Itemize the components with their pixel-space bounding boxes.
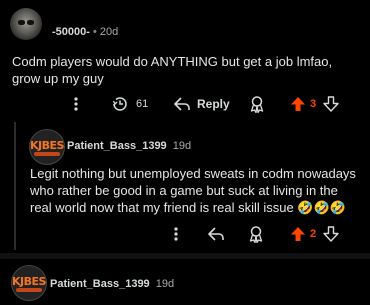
avatar-logo-text: KJBES (30, 139, 64, 152)
reply-button[interactable]: Reply (173, 94, 230, 114)
award-button[interactable] (249, 94, 265, 114)
upvote-button[interactable] (290, 94, 306, 114)
reply-count[interactable]: 61 (112, 94, 148, 114)
meta-separator: • (92, 26, 100, 38)
reply-arrow-icon (174, 97, 190, 111)
downvote-button[interactable] (323, 94, 339, 114)
vote-score: 3 (310, 98, 317, 110)
comment-text-line: grow up my guy (12, 71, 104, 86)
more-options-button[interactable] (171, 224, 181, 244)
comment-text-line: Legit nothing but unemployed sweats in c… (30, 166, 356, 181)
user-avatar[interactable]: KJBES (11, 265, 47, 301)
user-avatar[interactable]: KJBES (29, 129, 65, 165)
upvote-arrow-icon (291, 227, 305, 241)
comment-text-line: Codm players would do ANYTHING but get a… (12, 54, 333, 69)
comment-body: Codm players would do ANYTHING but get a… (12, 53, 332, 87)
comment-top-level: -50000- • 20d Codm players would do ANYT… (0, 0, 370, 125)
comment-author-line: -50000- • 20d (52, 26, 118, 38)
award-button[interactable] (248, 224, 264, 244)
comment-text-line: who rather be good in a game but suck at… (30, 183, 338, 198)
more-vertical-icon (174, 227, 178, 241)
comment-top-level: KJBES Patient_Bass_1399 19d (0, 259, 370, 305)
reply-arrow-icon (208, 227, 224, 241)
award-icon (249, 226, 263, 243)
vote-score: 2 (310, 228, 317, 240)
more-vertical-icon (74, 97, 78, 111)
upvote-button[interactable] (290, 224, 306, 244)
reply-label: Reply (197, 97, 230, 111)
reply-button[interactable] (207, 224, 225, 244)
comment-author-line: Patient_Bass_1399 19d (67, 140, 191, 152)
timestamp: 19d (155, 278, 175, 290)
timestamp: 20d (99, 26, 119, 38)
username[interactable]: Patient_Bass_1399 (50, 278, 150, 290)
downvote-button[interactable] (323, 224, 339, 244)
comment-body: Legit nothing but unemployed sweats in c… (30, 165, 356, 216)
more-options-button[interactable] (71, 94, 81, 114)
award-icon (250, 96, 264, 113)
user-avatar[interactable] (10, 8, 42, 40)
timestamp: 19d (172, 140, 192, 152)
downvote-arrow-icon (323, 226, 339, 242)
comment-reply: KJBES Patient_Bass_1399 19d Legit nothin… (0, 122, 370, 252)
comment-author-line: Patient_Bass_1399 19d (50, 278, 174, 290)
avatar-logo-stripe (16, 288, 42, 292)
avatar-logo-stripe (34, 152, 60, 156)
upvote-arrow-icon (291, 97, 305, 111)
comment-action-bar: 61 Reply 3 (0, 94, 370, 114)
username[interactable]: Patient_Bass_1399 (67, 140, 167, 152)
username[interactable]: -50000- (52, 26, 90, 38)
clock-reply-count-icon (112, 97, 127, 111)
downvote-arrow-icon (323, 96, 339, 112)
avatar-logo-text: KJBES (12, 275, 46, 288)
comment-action-bar: 2 (0, 224, 370, 244)
reply-count-value: 61 (136, 98, 149, 110)
comment-text-line: real world now that my friend is real sk… (30, 200, 346, 215)
